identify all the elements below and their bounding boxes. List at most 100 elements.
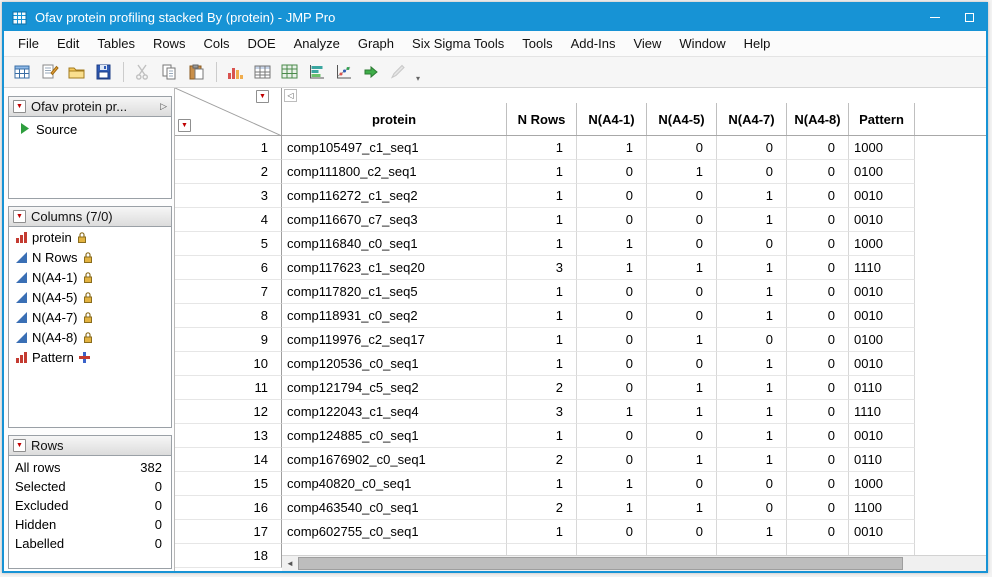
menu-view[interactable]: View xyxy=(624,32,670,55)
cell[interactable]: 0 xyxy=(787,400,849,424)
cell[interactable]: 0 xyxy=(647,184,717,208)
row-number[interactable]: 15 xyxy=(175,472,282,496)
column-item-n-rows[interactable]: N Rows xyxy=(9,247,171,267)
cell[interactable]: 1100 xyxy=(849,496,915,520)
paste-icon[interactable] xyxy=(184,60,210,84)
cell[interactable]: comp121794_c5_seq2 xyxy=(282,376,507,400)
cell[interactable]: 1000 xyxy=(849,472,915,496)
column-header-protein[interactable]: protein xyxy=(282,103,507,135)
cell[interactable]: 0 xyxy=(717,136,787,160)
cell[interactable]: 0 xyxy=(647,304,717,328)
columns-menu-button[interactable]: ▼ xyxy=(256,90,269,103)
cell[interactable]: 0 xyxy=(577,304,647,328)
cell[interactable]: comp111800_c2_seq1 xyxy=(282,160,507,184)
cell[interactable]: 0010 xyxy=(849,520,915,544)
horizontal-scrollbar[interactable]: ◄ xyxy=(282,555,986,571)
cell[interactable]: 1 xyxy=(507,280,577,304)
cell[interactable]: 3 xyxy=(507,400,577,424)
menu-graph[interactable]: Graph xyxy=(349,32,403,55)
menu-help[interactable]: Help xyxy=(735,32,780,55)
cell[interactable]: 0 xyxy=(787,472,849,496)
scrollbar-track[interactable] xyxy=(298,556,986,571)
cell[interactable]: 1 xyxy=(577,400,647,424)
cell[interactable]: 2 xyxy=(507,496,577,520)
cell[interactable]: 1 xyxy=(647,400,717,424)
row-number[interactable]: 10 xyxy=(175,352,282,376)
column-item-n-a4-1[interactable]: N(A4-1) xyxy=(9,267,171,287)
cell[interactable]: 1 xyxy=(507,328,577,352)
cell[interactable]: 0 xyxy=(787,352,849,376)
tabulate-icon[interactable] xyxy=(250,60,276,84)
cell[interactable]: 0 xyxy=(577,208,647,232)
cell[interactable]: 1000 xyxy=(849,136,915,160)
copy-icon[interactable] xyxy=(157,60,183,84)
rows-stat-hidden[interactable]: Hidden0 xyxy=(9,515,171,534)
cell[interactable]: 2 xyxy=(507,448,577,472)
new-data-table-icon[interactable] xyxy=(10,60,36,84)
cell[interactable]: 0 xyxy=(717,328,787,352)
column-header-n-a4-7[interactable]: N(A4-7) xyxy=(717,103,787,135)
cell[interactable]: 0110 xyxy=(849,448,915,472)
distribution-icon[interactable] xyxy=(223,60,249,84)
cell[interactable]: 1 xyxy=(717,376,787,400)
cell[interactable]: 1 xyxy=(647,376,717,400)
menu-window[interactable]: Window xyxy=(670,32,734,55)
rows-stat-all-rows[interactable]: All rows382 xyxy=(9,458,171,477)
cell[interactable]: 0 xyxy=(787,184,849,208)
columns-red-triangle-menu[interactable]: ▼ xyxy=(13,210,26,223)
cell[interactable]: comp1676902_c0_seq1 xyxy=(282,448,507,472)
row-number[interactable]: 12 xyxy=(175,400,282,424)
column-header-pattern[interactable]: Pattern xyxy=(849,103,915,135)
cell[interactable]: comp122043_c1_seq4 xyxy=(282,400,507,424)
row-number[interactable]: 11 xyxy=(175,376,282,400)
cell[interactable]: 0 xyxy=(717,472,787,496)
save-icon[interactable] xyxy=(91,60,117,84)
scroll-left-arrow-icon[interactable]: ◄ xyxy=(282,556,298,571)
column-item-pattern[interactable]: Pattern xyxy=(9,347,171,367)
row-number[interactable]: 2 xyxy=(175,160,282,184)
cell[interactable]: 0010 xyxy=(849,424,915,448)
cell[interactable]: comp117820_c1_seq5 xyxy=(282,280,507,304)
row-number[interactable]: 6 xyxy=(175,256,282,280)
cell[interactable]: 1 xyxy=(507,352,577,376)
row-number[interactable]: 14 xyxy=(175,448,282,472)
cell[interactable]: 0 xyxy=(787,520,849,544)
menu-analyze[interactable]: Analyze xyxy=(285,32,349,55)
cell[interactable]: 0 xyxy=(647,352,717,376)
cell[interactable]: comp116272_c1_seq2 xyxy=(282,184,507,208)
cell[interactable]: 0 xyxy=(647,472,717,496)
cell[interactable]: 0010 xyxy=(849,304,915,328)
cell[interactable]: 1 xyxy=(717,184,787,208)
cell[interactable]: 1 xyxy=(647,448,717,472)
column-item-n-a4-7[interactable]: N(A4-7) xyxy=(9,307,171,327)
menu-cols[interactable]: Cols xyxy=(194,32,238,55)
menu-doe[interactable]: DOE xyxy=(238,32,284,55)
cell[interactable]: 0 xyxy=(787,448,849,472)
cell[interactable]: 1 xyxy=(507,472,577,496)
row-number[interactable]: 16 xyxy=(175,496,282,520)
cell[interactable]: 0 xyxy=(577,352,647,376)
cell[interactable]: 1 xyxy=(507,136,577,160)
row-number[interactable]: 13 xyxy=(175,424,282,448)
cell[interactable]: 0010 xyxy=(849,280,915,304)
menu-file[interactable]: File xyxy=(9,32,48,55)
cell[interactable]: 1 xyxy=(507,208,577,232)
cell[interactable]: 0 xyxy=(787,208,849,232)
brush-icon[interactable] xyxy=(385,60,411,84)
row-number[interactable]: 7 xyxy=(175,280,282,304)
row-number[interactable]: 4 xyxy=(175,208,282,232)
cell[interactable]: 0010 xyxy=(849,352,915,376)
cell[interactable]: 1 xyxy=(647,328,717,352)
column-header-n-a4-5[interactable]: N(A4-5) xyxy=(647,103,717,135)
row-number[interactable]: 1 xyxy=(175,136,282,160)
row-number[interactable]: 18 xyxy=(175,544,282,568)
cell[interactable]: 0 xyxy=(577,376,647,400)
cell[interactable]: 0 xyxy=(577,160,647,184)
rows-stat-labelled[interactable]: Labelled0 xyxy=(9,534,171,553)
menu-tables[interactable]: Tables xyxy=(88,32,144,55)
cell[interactable]: 0 xyxy=(717,160,787,184)
cell[interactable]: 1 xyxy=(717,352,787,376)
column-item-protein[interactable]: protein xyxy=(9,227,171,247)
cell[interactable]: 1 xyxy=(507,520,577,544)
cell[interactable]: 1 xyxy=(577,496,647,520)
